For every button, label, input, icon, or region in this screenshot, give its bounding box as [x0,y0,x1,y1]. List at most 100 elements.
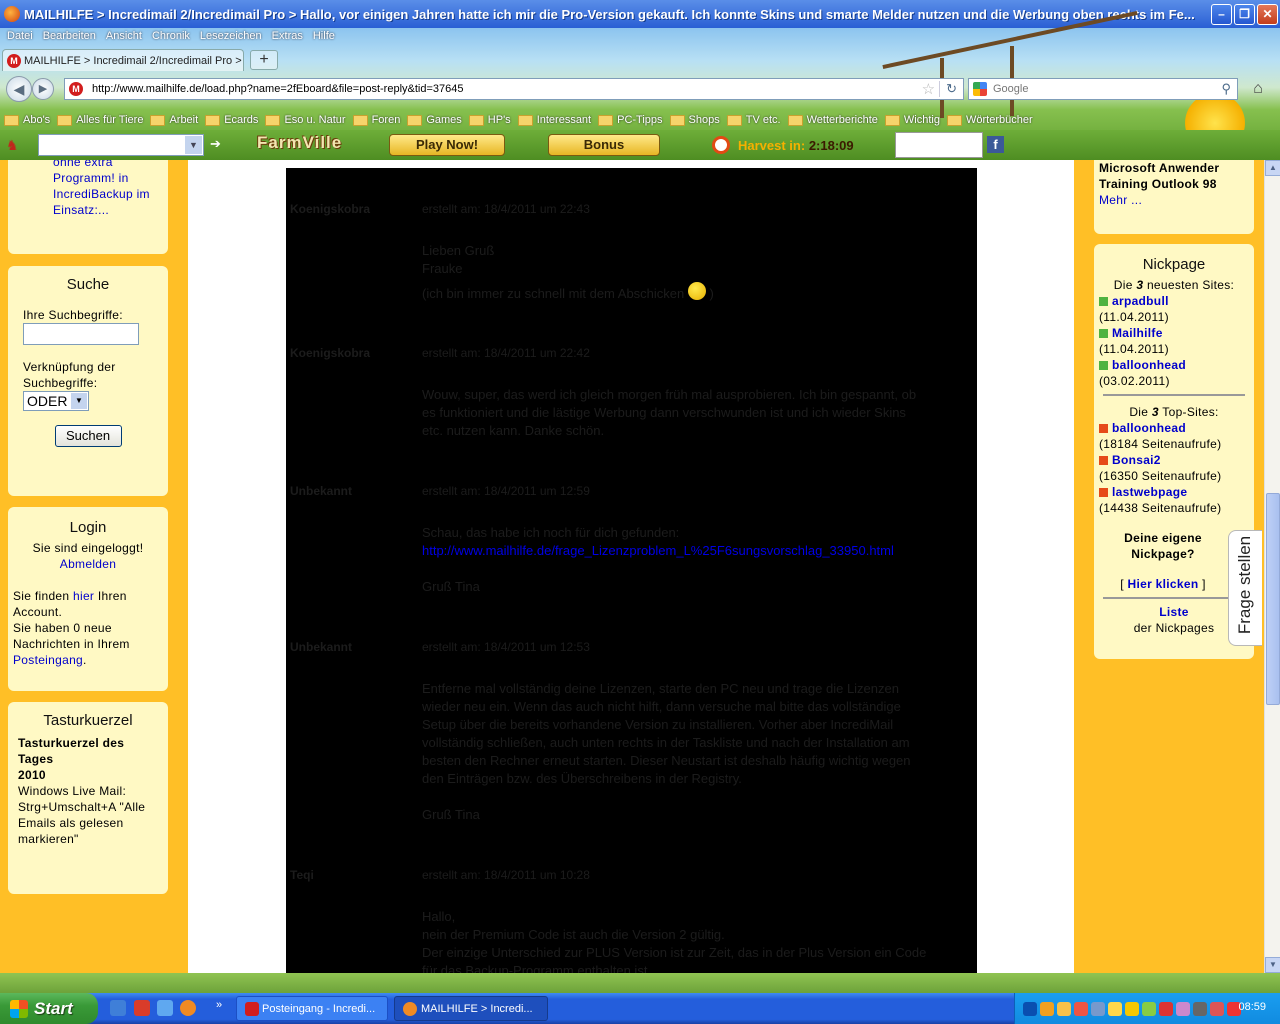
menu-chronik[interactable]: Chronik [147,28,195,46]
click-here-link[interactable]: Hier klicken [1128,577,1199,591]
task-posteingang[interactable]: Posteingang - Incredi... [236,996,388,1021]
reload-icon[interactable]: ↻ [939,81,963,97]
page-scrollbar[interactable]: ▲ ▼ [1264,160,1280,973]
inbox-link[interactable]: Posteingang [13,653,83,667]
tray-icon[interactable] [1142,1001,1156,1016]
google-icon[interactable] [973,82,987,96]
scroll-thumb[interactable] [1266,493,1280,705]
address-bar[interactable]: M http://www.mailhilfe.de/load.php?name=… [64,78,964,100]
back-button[interactable]: ◀ [6,76,32,102]
post-link[interactable]: http://www.mailhilfe.de/frage_Lizenzprob… [422,543,894,558]
farmville-select[interactable]: ▼ [38,134,204,156]
menu-bearbeiten[interactable]: Bearbeiten [38,28,101,46]
tray-icon[interactable] [1057,1001,1071,1016]
folder-icon [946,114,962,126]
desktop-icon[interactable] [110,1000,126,1016]
chevron-down-icon[interactable]: ▼ [185,136,202,154]
chevron-down-icon[interactable]: ▼ [71,393,87,409]
search-icon[interactable]: ⚲ [1221,81,1237,97]
bookmark-folder[interactable]: HP's [468,114,511,126]
post-list: Koenigskobra erstellt am: 18/4/2011 um 2… [286,168,977,973]
search-submit-button[interactable]: Suchen [54,425,122,447]
nickpage-link[interactable]: balloonhead [1112,421,1186,435]
bookmark-folder[interactable]: Alles für Tiere [57,114,143,126]
post-author: Teqi [290,868,314,882]
tray-icon[interactable] [1108,1001,1122,1016]
search-terms-input[interactable] [23,323,139,345]
go-arrow-icon[interactable]: ➔ [210,136,221,152]
start-button[interactable]: Start [0,993,98,1024]
nickpage-list-link[interactable]: Liste [1099,604,1249,620]
bookmark-folder[interactable]: Arbeit [150,114,198,126]
tray-arrow-icon[interactable] [1023,1001,1037,1016]
facebook-search-input[interactable] [895,132,983,158]
tray-icon[interactable] [1159,1001,1173,1016]
tray-icon[interactable] [1040,1001,1054,1016]
maximize-button[interactable]: ❐ [1234,4,1255,25]
firefox-icon[interactable] [180,1000,196,1016]
nickpage-link[interactable]: balloonhead [1112,358,1186,372]
bookmark-folder[interactable]: Games [407,114,462,126]
facebook-icon[interactable]: f [987,136,1004,153]
tray-icon[interactable] [1074,1001,1088,1016]
bookmark-folder[interactable]: PC-Tipps [598,114,663,126]
search-bar[interactable]: Google ⚲ [968,78,1238,100]
bookmark-star-icon[interactable]: ☆ [922,80,939,98]
shortcut-text: Windows Live Mail: Strg+Umschalt+A "Alle E… [18,784,146,846]
bookmark-folder[interactable]: Shops [669,114,720,126]
ask-question-tab[interactable]: Frage stellen [1228,530,1262,646]
new-tab-button[interactable]: + [250,50,278,70]
ad-more-link[interactable]: Mehr ... [1099,192,1249,208]
window-title: MAILHILFE > Incredimail 2/Incredimail Pr… [24,6,1195,22]
internet-explorer-icon[interactable] [157,1000,173,1016]
menu-ansicht[interactable]: Ansicht [101,28,147,46]
forward-button[interactable]: ▶ [32,78,54,100]
account-link[interactable]: hier [73,589,94,603]
menu-hilfe[interactable]: Hilfe [308,28,340,46]
minimize-button[interactable]: – [1211,4,1232,25]
link-mode-select[interactable]: ODER ▼ [23,391,89,411]
tray-icon[interactable] [1091,1001,1105,1016]
bookmark-folder[interactable]: Wörterbücher [946,114,1033,126]
red-square-icon [1099,488,1108,497]
nickpage-link[interactable]: arpadbull [1112,294,1169,308]
bookmark-folder[interactable]: Eso u. Natur [265,114,346,126]
post-body: Schau, das habe ich noch für dich gefund… [422,525,894,594]
menu-lesezeichen[interactable]: Lesezeichen [195,28,267,46]
bookmark-folder[interactable]: Wichtig [884,114,940,126]
alarm-clock-icon [712,136,730,154]
close-button[interactable]: ✕ [1257,4,1278,25]
bonus-button[interactable]: Bonus [548,134,660,156]
nickpage-link[interactable]: Bonsai2 [1112,453,1161,467]
bookmark-folder[interactable]: TV etc. [726,114,781,126]
green-square-icon [1099,361,1108,370]
scroll-up-icon[interactable]: ▲ [1265,160,1280,176]
logout-link[interactable]: Abmelden [13,556,163,572]
farmville-logo[interactable]: FarmVille [257,133,342,153]
menu-extras[interactable]: Extras [267,28,308,46]
site-favicon: M [69,82,83,96]
task-mailhilfe[interactable]: MAILHILFE > Incredi... [394,996,548,1021]
clock: 08:59 [1238,1001,1266,1013]
tray-icon[interactable] [1125,1001,1139,1016]
nickpage-link[interactable]: Mailhilfe [1112,326,1163,340]
home-icon[interactable]: ⌂ [1246,79,1270,99]
cow-icon[interactable]: ♞ [6,137,19,154]
play-now-button[interactable]: Play Now! [389,134,505,156]
tray-icon[interactable] [1210,1001,1224,1016]
tab-mailhilfe[interactable]: M MAILHILFE > Incredimail 2/Incredimail … [2,49,244,71]
teaser-link[interactable]: ohne extra Programm! in IncrediBackup im Ei… [53,160,168,218]
incredimail-icon[interactable] [134,1000,150,1016]
top-heading: Die 3 Top-Sites: [1129,405,1219,419]
tray-icon[interactable] [1193,1001,1207,1016]
bookmark-folder[interactable]: Foren [352,114,400,126]
bookmark-folder[interactable]: Abo's [4,114,50,126]
menu-datei[interactable]: Datei [2,28,38,46]
bookmark-folder[interactable]: Interessant [517,114,591,126]
bookmark-folder[interactable]: Wetterberichte [787,114,878,126]
nickpage-link[interactable]: lastwebpage [1112,485,1187,499]
more-quicklaunch-icon[interactable]: » [216,999,222,1011]
tray-icon[interactable] [1176,1001,1190,1016]
scroll-down-icon[interactable]: ▼ [1265,957,1280,973]
bookmark-folder[interactable]: Ecards [205,114,258,126]
